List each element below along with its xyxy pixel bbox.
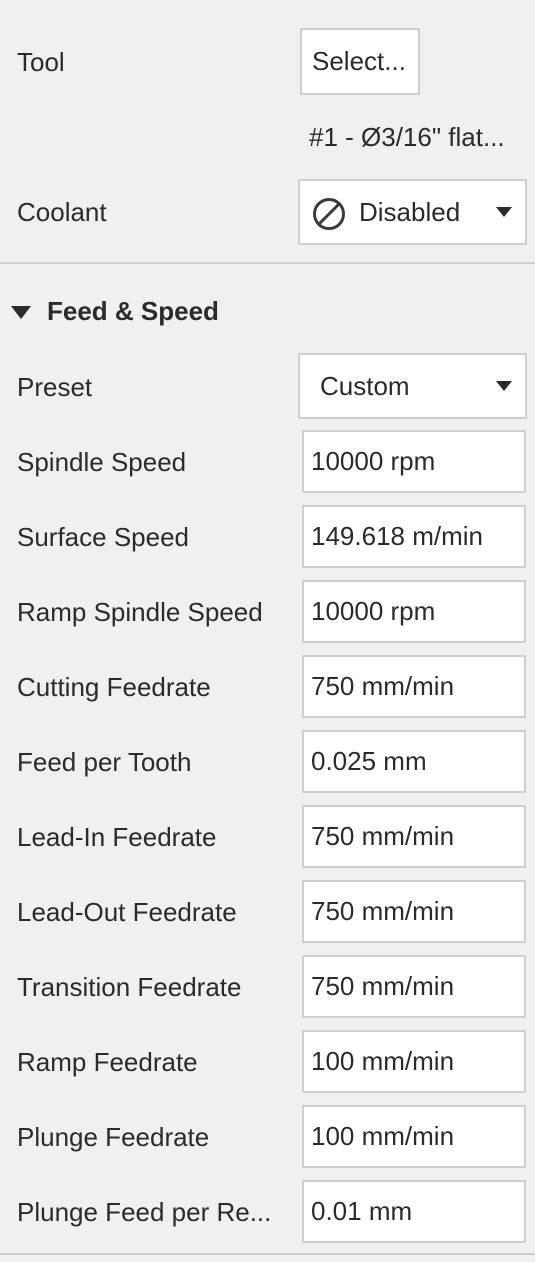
lead-in-feedrate-field[interactable]: 750 mm/min <box>302 805 526 868</box>
section-title: Feed & Speed <box>47 296 219 326</box>
cutting-feedrate-label: Cutting Feedrate <box>17 672 211 702</box>
caret-down-icon <box>11 306 31 319</box>
section-divider <box>0 262 535 264</box>
feed-per-tooth-field[interactable]: 0.025 mm <box>302 730 526 793</box>
chevron-down-icon <box>496 207 512 217</box>
tool-label: Tool <box>17 47 65 77</box>
disabled-icon <box>312 197 346 231</box>
tool-select-button[interactable]: Select... <box>300 28 420 95</box>
chevron-down-icon <box>496 381 512 391</box>
lead-out-feedrate-label: Lead-Out Feedrate <box>17 897 237 927</box>
ramp-spindle-speed-field[interactable]: 10000 rpm <box>302 580 526 643</box>
coolant-dropdown[interactable]: Disabled <box>298 179 527 245</box>
plunge-feed-per-rev-label: Plunge Feed per Re... <box>17 1197 272 1227</box>
ramp-spindle-speed-label: Ramp Spindle Speed <box>17 597 263 627</box>
preset-value: Custom <box>320 371 410 401</box>
feed-speed-section-header[interactable]: Feed & Speed <box>0 290 535 334</box>
spindle-speed-label: Spindle Speed <box>17 447 187 477</box>
transition-feedrate-field[interactable]: 750 mm/min <box>302 955 526 1018</box>
lead-in-feedrate-label: Lead-In Feedrate <box>17 822 217 852</box>
transition-feedrate-label: Transition Feedrate <box>17 972 242 1002</box>
coolant-label: Coolant <box>17 197 107 227</box>
cutting-feedrate-field[interactable]: 750 mm/min <box>302 655 526 718</box>
spindle-speed-field[interactable]: 10000 rpm <box>302 430 526 493</box>
preset-dropdown[interactable]: Custom <box>298 353 527 419</box>
selected-tool-name: #1 - Ø3/16" flat... <box>309 122 505 152</box>
preset-label: Preset <box>17 372 93 402</box>
ramp-feedrate-label: Ramp Feedrate <box>17 1047 198 1077</box>
coolant-value: Disabled <box>359 197 461 227</box>
ramp-feedrate-field[interactable]: 100 mm/min <box>302 1030 526 1093</box>
surface-speed-label: Surface Speed <box>17 522 190 552</box>
plunge-feedrate-label: Plunge Feedrate <box>17 1122 210 1152</box>
plunge-feedrate-field[interactable]: 100 mm/min <box>302 1105 526 1168</box>
lead-out-feedrate-field[interactable]: 750 mm/min <box>302 880 526 943</box>
plunge-feed-per-rev-field[interactable]: 0.01 mm <box>302 1180 526 1243</box>
bottom-divider <box>0 1253 535 1255</box>
feed-per-tooth-label: Feed per Tooth <box>17 747 192 777</box>
surface-speed-field[interactable]: 149.618 m/min <box>302 505 526 568</box>
